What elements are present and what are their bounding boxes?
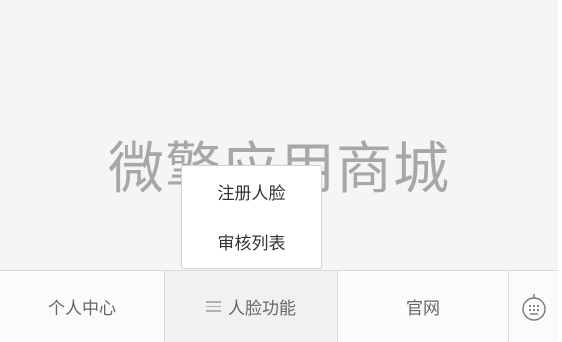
menu-item-register-face[interactable]: 注册人脸 <box>182 166 321 217</box>
tab-label: 官网 <box>406 299 440 319</box>
tab-personal-center[interactable]: 个人中心 <box>0 271 165 342</box>
menu-item-review-list[interactable]: 审核列表 <box>182 217 321 268</box>
menu-icon <box>206 298 221 315</box>
face-function-popup-menu: 注册人脸 审核列表 <box>181 165 322 269</box>
page-content-area: 微擎应用商城 注册人脸 审核列表 <box>0 0 558 270</box>
keyboard-icon <box>521 293 546 321</box>
tab-official-site[interactable]: 官网 <box>338 271 509 342</box>
tab-label: 人脸功能 <box>228 299 296 319</box>
tab-keyboard-toggle[interactable] <box>509 271 558 342</box>
tab-label: 个人中心 <box>48 299 116 319</box>
tab-face-function[interactable]: 人脸功能 <box>165 271 338 342</box>
bottom-tabbar: 个人中心 人脸功能 官网 <box>0 270 558 342</box>
right-gutter <box>558 0 562 342</box>
